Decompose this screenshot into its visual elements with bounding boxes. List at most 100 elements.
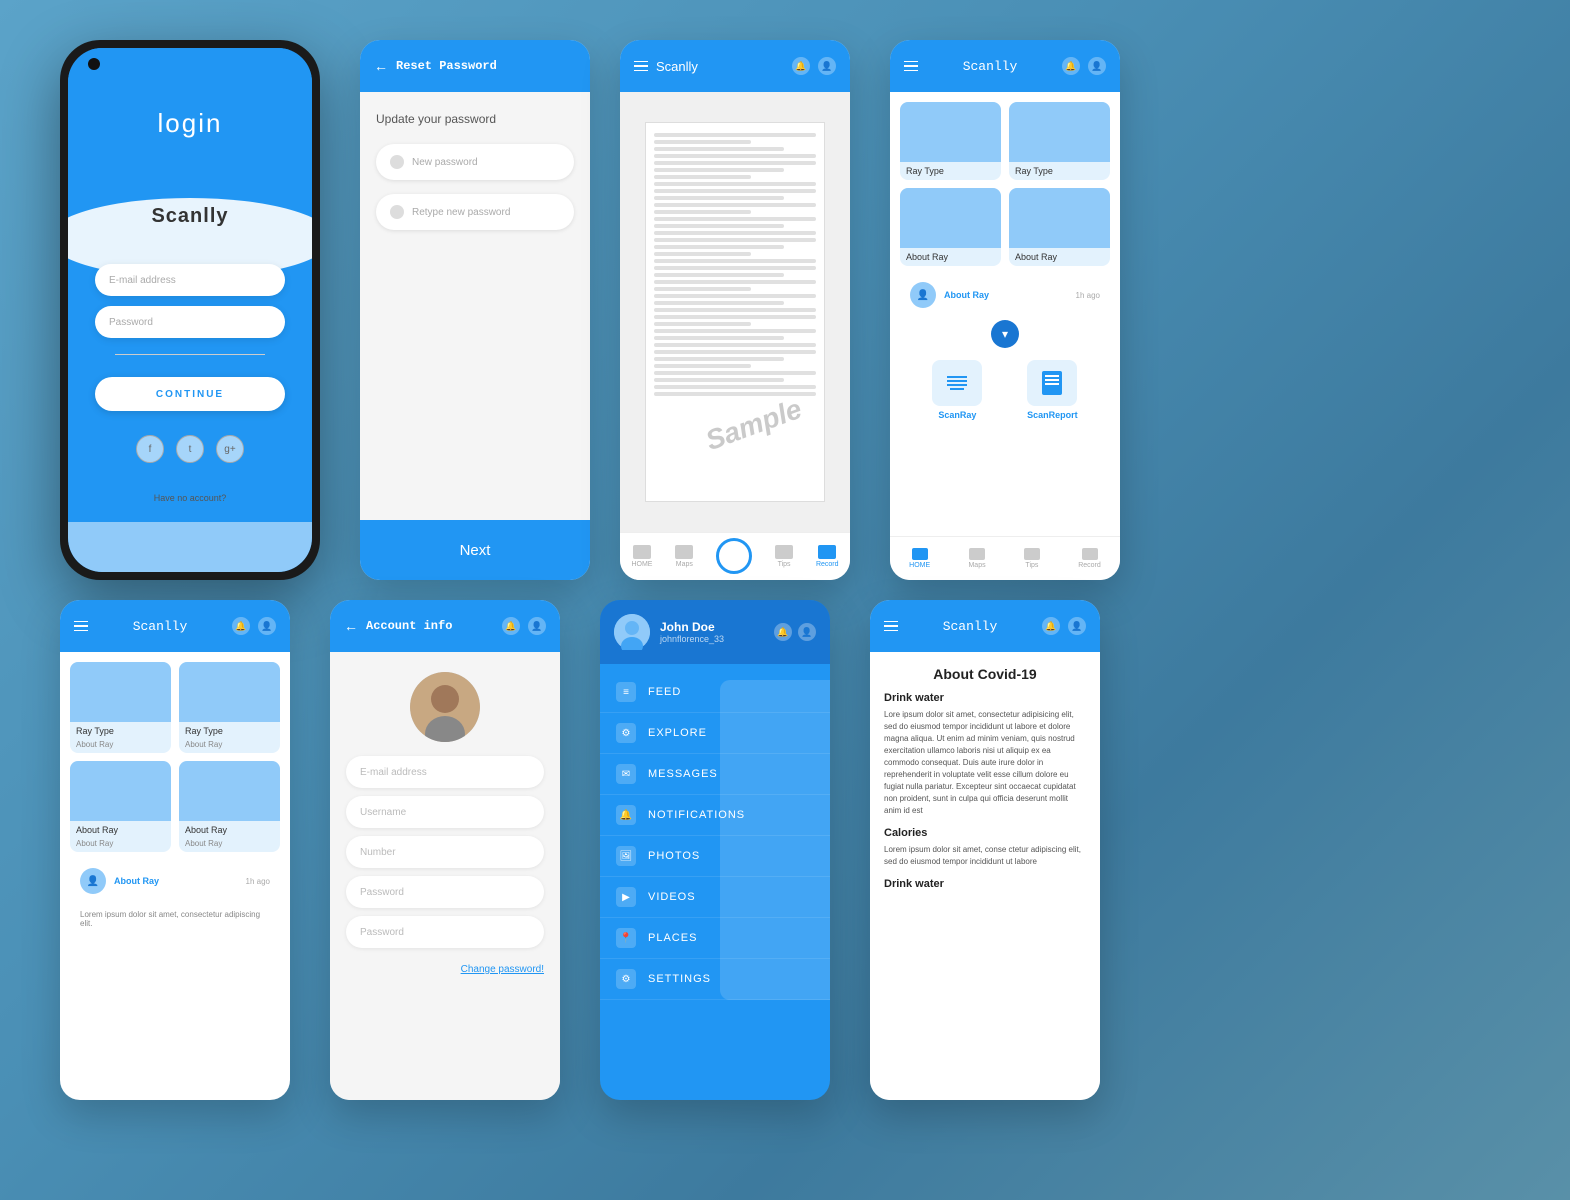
grid-nav-tips[interactable]: Tips — [1024, 548, 1040, 569]
header-icons: 🔔 👤 — [792, 57, 836, 75]
scan-report-btn[interactable]: ScanReport — [1027, 360, 1078, 420]
retype-password-placeholder: Retype new password — [412, 207, 510, 218]
doc-icon — [1042, 371, 1062, 395]
password-field2[interactable]: Password — [346, 916, 544, 948]
g2-user-avatar: 👤 — [80, 868, 106, 894]
chevron-down-icon[interactable]: ▾ — [991, 320, 1019, 348]
g2-bottom-row: About Ray About Ray About Ray About Ray — [70, 761, 280, 852]
g2-user-time: 1h ago — [246, 877, 270, 886]
grid-nav-maps[interactable]: Maps — [968, 548, 985, 569]
menu-explore-label: EXPLORE — [648, 727, 707, 739]
g2-desc-text: Lorem ipsum dolor sit amet, consectetur … — [80, 910, 270, 928]
profile-icon[interactable]: 👤 — [818, 57, 836, 75]
g2-card-3[interactable]: About Ray About Ray — [70, 761, 171, 852]
g2-card-img-1 — [70, 662, 171, 722]
notification-icon2[interactable]: 🔔 — [1062, 57, 1080, 75]
g2-card-2[interactable]: Ray Type About Ray — [179, 662, 280, 753]
g2-card-label-4: About Ray — [179, 821, 280, 839]
nav-record-label: Record — [816, 561, 839, 568]
menu-notification-icon[interactable]: 🔔 — [774, 623, 792, 641]
reset-body: Update your password New password Retype… — [360, 92, 590, 520]
email-input[interactable]: E-mail address — [95, 264, 285, 296]
account-title: Account info — [366, 619, 452, 633]
retype-password-input[interactable]: Retype new password — [376, 194, 574, 230]
account-back-arrow[interactable]: ← — [344, 618, 358, 634]
article-notification-icon[interactable]: 🔔 — [1042, 617, 1060, 635]
profile-icon3[interactable]: 👤 — [258, 617, 276, 635]
scan-logo: Scanlly — [656, 59, 698, 74]
g2-top-row: Ray Type About Ray Ray Type About Ray — [70, 662, 280, 753]
profile-icon2[interactable]: 👤 — [1088, 57, 1106, 75]
punch-hole — [88, 58, 100, 70]
menu-photos-label: PHOTOS — [648, 850, 700, 862]
change-password-link[interactable]: Change password! — [346, 964, 544, 975]
card-label-2: Ray Type — [1009, 162, 1110, 180]
grid-card-4[interactable]: About Ray — [1009, 188, 1110, 266]
hamburger-icon[interactable] — [634, 61, 648, 72]
password-field1[interactable]: Password — [346, 876, 544, 908]
grid-card-2[interactable]: Ray Type — [1009, 102, 1110, 180]
google-icon[interactable]: g+ — [216, 435, 244, 463]
scan-ray-btn[interactable]: ScanRay — [932, 360, 982, 420]
twitter-icon[interactable]: t — [176, 435, 204, 463]
continue-button[interactable]: CONTINUE — [95, 377, 285, 411]
number-field[interactable]: Number — [346, 836, 544, 868]
password-field2-label: Password — [360, 927, 404, 938]
article-profile-icon[interactable]: 👤 — [1068, 617, 1086, 635]
grid-nav-home-label: HOME — [909, 562, 930, 569]
email-field[interactable]: E-mail address — [346, 756, 544, 788]
phone-grid2: Scanlly 🔔 👤 Ray Type About Ray Ray Type … — [60, 600, 290, 1100]
account-fields: E-mail address Username Number Password … — [346, 756, 544, 975]
scan-ray-icon — [932, 360, 982, 406]
card-image-1 — [900, 102, 1001, 162]
username-field-label: Username — [360, 807, 406, 818]
back-arrow-icon[interactable]: ← — [374, 58, 388, 74]
notification-icon[interactable]: 🔔 — [792, 57, 810, 75]
grid-nav-record[interactable]: Record — [1078, 548, 1101, 569]
login-form: E-mail address Password CONTINUE f t g+ … — [88, 264, 292, 530]
bottom-cards-row: About Ray About Ray — [900, 188, 1110, 266]
nav-tips[interactable]: Tips — [775, 545, 793, 568]
new-password-input[interactable]: New password — [376, 144, 574, 180]
menu-header-icons: 🔔 👤 — [774, 623, 816, 641]
grid-card-1[interactable]: Ray Type — [900, 102, 1001, 180]
notification-icon3[interactable]: 🔔 — [232, 617, 250, 635]
reset-header: ← Reset Password — [360, 40, 590, 92]
hamburger-icon2[interactable] — [904, 61, 918, 72]
number-field-label: Number — [360, 847, 396, 858]
social-icons: f t g+ — [136, 435, 244, 463]
account-notification-icon[interactable]: 🔔 — [502, 617, 520, 635]
g2-card-4[interactable]: About Ray About Ray — [179, 761, 280, 852]
g2-description: Lorem ipsum dolor sit amet, consectetur … — [70, 902, 280, 936]
user-name: About Ray — [944, 290, 989, 300]
password-field1-label: Password — [360, 887, 404, 898]
scan-report-label: ScanReport — [1027, 410, 1078, 420]
username-field[interactable]: Username — [346, 796, 544, 828]
nav-record[interactable]: Record — [816, 545, 839, 568]
grid-content: Ray Type Ray Type About Ray About Ray 👤 … — [890, 92, 1120, 438]
nav-scan[interactable] — [716, 538, 752, 576]
nav-home-label: HOME — [631, 561, 652, 568]
photos-icon: 🖼 — [616, 846, 636, 866]
settings-icon: ⚙ — [616, 969, 636, 989]
account-profile-icon[interactable]: 👤 — [528, 617, 546, 635]
password-input[interactable]: Password — [95, 306, 285, 338]
explore-icon: ⚙ — [616, 723, 636, 743]
hamburger-icon4[interactable] — [884, 621, 898, 632]
facebook-icon[interactable]: f — [136, 435, 164, 463]
grid-card-3[interactable]: About Ray — [900, 188, 1001, 266]
grid-nav-tips-label: Tips — [1025, 562, 1038, 569]
article-logo: Scanlly — [943, 619, 998, 634]
next-button[interactable]: Next — [460, 542, 491, 559]
nav-home[interactable]: HOME — [631, 545, 652, 568]
nav-maps[interactable]: Maps — [675, 545, 693, 568]
g2-card-1[interactable]: Ray Type About Ray — [70, 662, 171, 753]
hamburger-icon3[interactable] — [74, 621, 88, 632]
article-calories-text: Lorem ipsum dolor sit amet, conse ctetur… — [884, 844, 1086, 868]
phone-menu: John Doe johnflorence_33 🔔 👤 ≡ FEED ⚙ EX… — [600, 600, 830, 1100]
g2-user-name: About Ray — [114, 876, 159, 886]
videos-icon: ▶ — [616, 887, 636, 907]
menu-profile-icon[interactable]: 👤 — [798, 623, 816, 641]
grid-nav-home[interactable]: HOME — [909, 548, 930, 569]
lock-icon — [390, 155, 404, 169]
